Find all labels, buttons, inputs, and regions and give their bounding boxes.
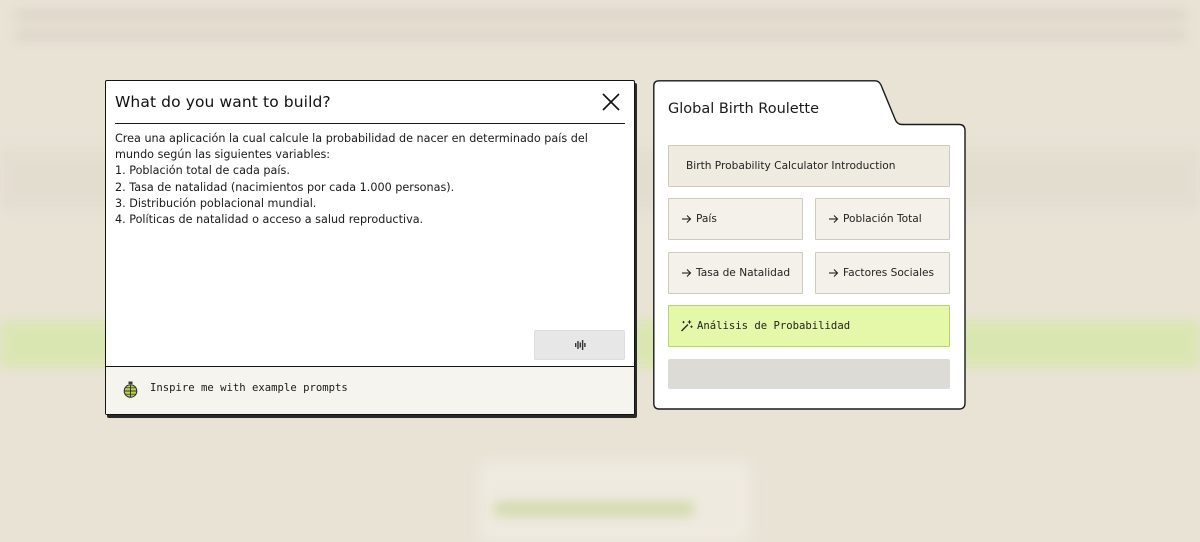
prompt-input[interactable]: Crea una aplicación la cual calcule la p… — [115, 131, 620, 228]
arrow-right-icon — [682, 269, 692, 277]
loading-placeholder — [668, 359, 950, 389]
nav-item-poblacion-total[interactable]: Población Total — [815, 198, 950, 240]
close-icon — [602, 93, 620, 111]
dialog-title: What do you want to build? — [115, 93, 331, 111]
nav-item-tasa-de-natalidad[interactable]: Tasa de Natalidad — [668, 252, 803, 294]
build-dialog: What do you want to build? Crea una apli… — [105, 80, 635, 415]
voice-input-button[interactable] — [534, 330, 625, 360]
nav-item-label: País — [696, 213, 717, 225]
nav-item-analisis-de-probabilidad[interactable]: Análisis de Probabilidad — [668, 305, 950, 347]
dialog-header: What do you want to build? — [115, 81, 625, 124]
app-preview-panel: Global Birth Roulette Birth Probability … — [653, 80, 966, 410]
background-text — [16, 6, 1186, 46]
dialog-footer: Inspire me with example prompts — [106, 366, 634, 414]
nav-item-introduction[interactable]: Birth Probability Calculator Introductio… — [668, 145, 950, 187]
nav-item-factores-sociales[interactable]: Factores Sociales — [815, 252, 950, 294]
nav-item-label: Tasa de Natalidad — [696, 267, 791, 279]
arrow-right-icon — [829, 215, 839, 223]
inspire-button[interactable]: Inspire me with example prompts — [150, 382, 348, 394]
nav-item-label: Población Total — [843, 213, 922, 225]
background-bottom-card — [480, 462, 750, 542]
grenade-icon — [123, 381, 138, 398]
nav-item-label: Factores Sociales — [843, 267, 935, 279]
nav-item-label: Birth Probability Calculator Introductio… — [686, 160, 896, 172]
close-button[interactable] — [600, 91, 622, 113]
arrow-right-icon — [682, 215, 692, 223]
nav-item-label: Análisis de Probabilidad — [697, 320, 851, 332]
arrow-right-icon — [829, 269, 839, 277]
sparkle-wand-icon — [681, 320, 693, 332]
app-title: Global Birth Roulette — [668, 101, 820, 117]
nav-item-pais[interactable]: País — [668, 198, 803, 240]
waveform-icon — [575, 340, 586, 350]
